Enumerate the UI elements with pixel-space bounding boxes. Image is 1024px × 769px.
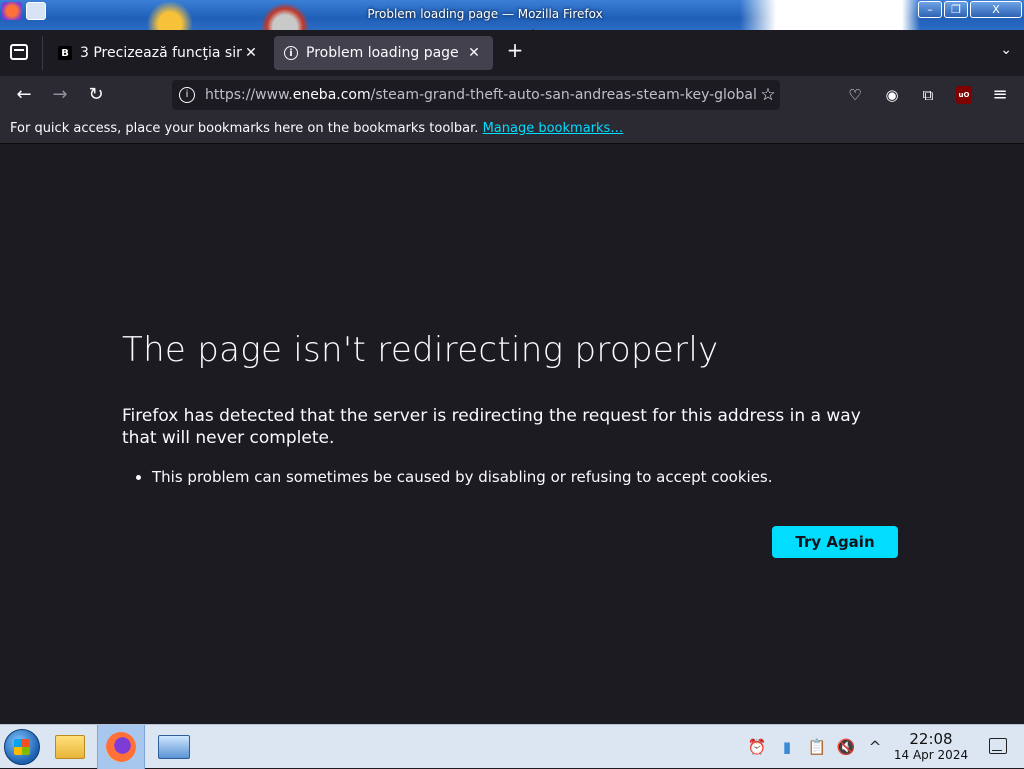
error-suggestions: This problem can sometimes be caused by … [140, 468, 773, 486]
info-favicon-icon: i [284, 46, 298, 60]
error-description: Firefox has detected that the server is … [122, 406, 861, 448]
tab-precizeaza[interactable]: B 3 Precizează funcţia sintactică ✕ [48, 36, 270, 70]
navigation-toolbar: ← → ↻ i https://www.eneba.com/steam-gran… [0, 76, 1024, 114]
extensions-icon[interactable]: ⧉ [918, 85, 938, 105]
error-title: The page isn't redirecting properly [122, 330, 719, 370]
tab-favicon-icon: B [58, 46, 72, 60]
view-recent-browsing-icon[interactable] [10, 44, 28, 60]
new-tab-button[interactable]: + [504, 38, 526, 62]
url-bar[interactable]: i https://www.eneba.com/steam-grand-thef… [172, 80, 780, 110]
minimize-button[interactable]: – [918, 1, 942, 18]
try-again-button[interactable]: Try Again [772, 526, 898, 558]
control-panel-icon [158, 735, 190, 759]
site-info-icon[interactable]: i [179, 87, 195, 103]
clock-time: 22:08 [909, 730, 953, 748]
back-button[interactable]: ← [13, 84, 35, 106]
close-tab-button[interactable]: ✕ [465, 45, 483, 61]
bookmark-star-icon[interactable]: ☆ [756, 85, 780, 105]
file-manager-taskbar-button[interactable] [46, 725, 94, 769]
chevron-up-icon[interactable]: ^ [865, 737, 885, 757]
window-controls: – ❐ X [918, 1, 1022, 18]
battery-icon[interactable]: ▮ [777, 737, 797, 757]
tab-label: 3 Precizează funcţia sintactică [80, 45, 242, 61]
folder-icon [55, 735, 85, 759]
ublock-origin-icon[interactable]: uO [956, 86, 972, 104]
account-icon[interactable]: ◉ [882, 85, 902, 105]
app-menu-button[interactable]: ≡ [990, 85, 1010, 105]
firefox-taskbar-button[interactable] [97, 725, 145, 769]
clipboard-icon[interactable]: 📋 [807, 737, 827, 757]
manage-bookmarks-link[interactable]: Manage bookmarks… [483, 121, 624, 136]
firefox-icon [106, 732, 136, 762]
tab-problem-loading[interactable]: i Problem loading page ✕ [274, 36, 493, 70]
pocket-icon[interactable]: ♡ [845, 85, 865, 105]
bookmarks-toolbar: For quick access, place your bookmarks h… [0, 114, 1024, 144]
window-titlebar[interactable]: Problem loading page — Mozilla Firefox –… [0, 0, 1024, 30]
list-all-tabs-button[interactable]: ⌄ [1000, 42, 1012, 58]
reload-button[interactable]: ↻ [85, 84, 107, 106]
clock-date: 14 Apr 2024 [893, 748, 969, 762]
tab-divider [42, 36, 43, 70]
close-tab-button[interactable]: ✕ [242, 45, 260, 61]
url-input[interactable]: https://www.eneba.com/steam-grand-theft-… [205, 87, 756, 103]
list-item: This problem can sometimes be caused by … [152, 468, 773, 486]
show-desktop-icon[interactable] [989, 738, 1007, 754]
url-path: /steam-grand-theft-auto-san-andreas-stea… [370, 87, 756, 103]
volume-muted-icon[interactable]: 🔇 [836, 737, 856, 757]
url-host: eneba.com [292, 87, 371, 103]
url-protocol: https://www. [205, 87, 293, 103]
window-title: Problem loading page — Mozilla Firefox [367, 7, 603, 21]
taskbar: ⏰ ▮ 📋 🔇 ^ 22:08 14 Apr 2024 [0, 724, 1024, 769]
system-clock[interactable]: 22:08 14 Apr 2024 [888, 730, 974, 762]
error-page: The page isn't redirecting properly Fire… [0, 145, 1024, 724]
control-panel-taskbar-button[interactable] [150, 725, 198, 769]
start-menu-button[interactable] [4, 729, 40, 765]
bookmarks-empty-message: For quick access, place your bookmarks h… [10, 121, 479, 136]
maximize-button[interactable]: ❐ [944, 1, 968, 18]
alarm-icon[interactable]: ⏰ [747, 737, 767, 757]
forward-button[interactable]: → [49, 84, 71, 106]
close-window-button[interactable]: X [970, 1, 1022, 18]
tab-label: Problem loading page [306, 45, 459, 61]
